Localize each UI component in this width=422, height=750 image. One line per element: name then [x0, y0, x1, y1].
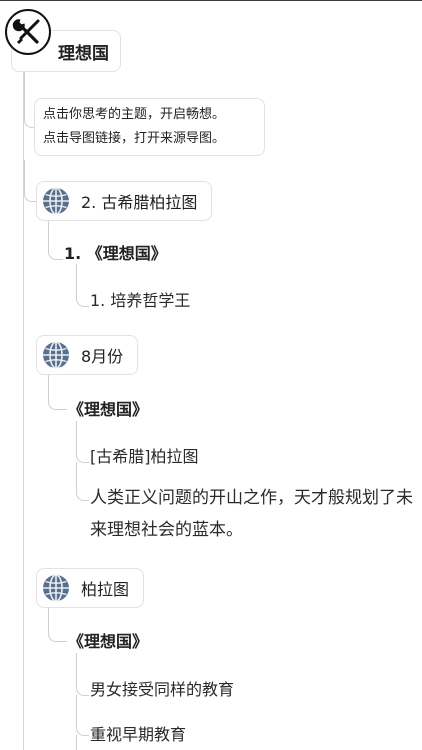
top-divider [0, 0, 422, 1]
connector [76, 462, 89, 501]
connector [48, 221, 63, 260]
book-node-3[interactable]: 《理想国》 [68, 628, 148, 652]
note-line-1: 点击你思考的主题，开启畅想。 [43, 107, 226, 122]
note-box[interactable]: 点击你思考的主题，开启畅想。 点击导图链接，打开来源导图。 [34, 98, 265, 156]
wrench-screwdriver-icon [12, 19, 40, 44]
book-node-1[interactable]: 1. 《理想国》 [64, 240, 167, 264]
leaf-node[interactable]: 男女接受同样的教育 [90, 676, 234, 700]
note-line-2: 点击导图链接，打开来源导图。 [43, 131, 226, 146]
connector [76, 695, 89, 736]
connector [76, 735, 77, 750]
globe-icon [43, 187, 69, 215]
tools-button[interactable] [5, 9, 51, 55]
leaf-node-label: [古希腊]柏拉图 [90, 447, 199, 466]
book-node-1-label: 1. 《理想国》 [64, 244, 167, 263]
connector [48, 375, 67, 410]
leaf-node-label: 男女接受同样的教育 [90, 680, 235, 699]
topic-node-1[interactable]: 2. 古希腊柏拉图 [36, 181, 213, 221]
globe-icon [43, 341, 69, 369]
connector [76, 264, 89, 307]
globe-icon [43, 574, 69, 602]
leaf-node[interactable]: 1. 培养哲学王 [90, 287, 190, 311]
leaf-node[interactable]: 重视早期教育 [90, 721, 186, 745]
topic-node-1-label: 2. 古希腊柏拉图 [81, 193, 198, 212]
book-node-3-label: 《理想国》 [68, 632, 149, 651]
topic-node-3-label: 柏拉图 [81, 580, 130, 599]
topic-node-3[interactable]: 柏拉图 [36, 568, 145, 608]
connector [76, 653, 89, 696]
leaf-node-paragraph[interactable]: 人类正义问题的开山之作，天才般规划了未来理想社会的蓝本。 [90, 482, 420, 546]
connector [48, 608, 67, 642]
topic-node-2-label: 8月份 [81, 347, 124, 366]
book-node-2-label: 《理想国》 [68, 400, 149, 419]
root-node-title: 理想国 [58, 43, 109, 64]
leaf-node-label: 重视早期教育 [90, 725, 187, 744]
leaf-node-label: 人类正义问题的开山之作，天才般规划了未来理想社会的蓝本。 [90, 488, 413, 540]
leaf-node-label: 1. 培养哲学王 [90, 291, 191, 310]
book-node-2[interactable]: 《理想国》 [68, 396, 148, 420]
leaf-node[interactable]: [古希腊]柏拉图 [90, 443, 199, 467]
connector [76, 421, 89, 463]
topic-node-2[interactable]: 8月份 [36, 335, 139, 375]
